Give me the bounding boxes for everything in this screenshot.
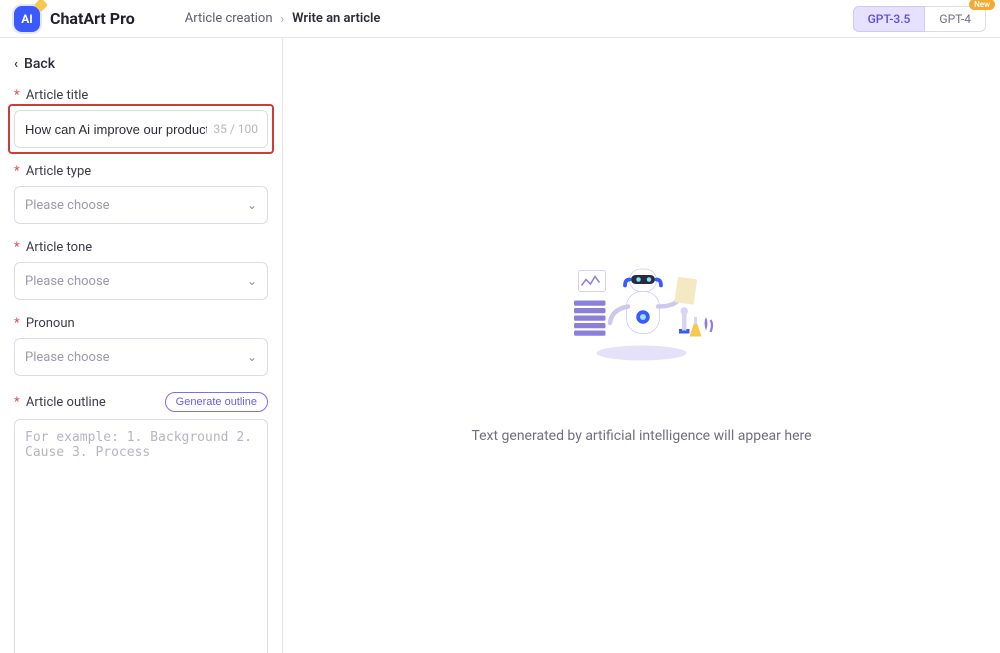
article-tone-select[interactable]: Please choose ⌄ [14, 262, 268, 300]
required-marker: * [14, 395, 20, 410]
title-char-counter: 35 / 100 [213, 122, 258, 136]
required-marker: * [14, 88, 20, 103]
breadcrumb: Article creation › Write an article [185, 11, 381, 26]
output-panel: Text generated by artificial intelligenc… [283, 38, 1000, 653]
back-label: Back [24, 56, 55, 72]
output-placeholder-text: Text generated by artificial intelligenc… [471, 428, 811, 444]
breadcrumb-root[interactable]: Article creation [185, 11, 273, 26]
article-type-select[interactable]: Please choose ⌄ [14, 186, 268, 224]
robot-illustration [564, 248, 719, 368]
field-pronoun: * Pronoun Please choose ⌄ [14, 316, 268, 376]
outline-header-row: * Article outline Generate outline [14, 392, 268, 412]
logo-text: AI [21, 12, 33, 26]
breadcrumb-current: Write an article [292, 11, 380, 26]
header-left: AI ChatArt Pro Article creation › Write … [14, 6, 380, 32]
back-button[interactable]: ‹ Back [14, 56, 268, 72]
field-article-title: * Article title 35 / 100 [14, 88, 268, 154]
outline-textarea-wrap: 0 / 2000 [14, 419, 268, 653]
logo-accent [34, 0, 48, 12]
chevron-down-icon: ⌄ [247, 274, 257, 288]
model-gpt35-button[interactable]: GPT-3.5 [853, 6, 926, 32]
pronoun-label: * Pronoun [14, 316, 268, 331]
model-switcher: GPT-3.5 GPT-4 New [853, 6, 986, 32]
article-type-label: * Article type [14, 164, 268, 179]
field-article-tone: * Article tone Please choose ⌄ [14, 240, 268, 300]
content-area: ‹ Back * Article title 35 / 100 * Articl… [0, 38, 1000, 653]
model-gpt4-label: GPT-4 [939, 12, 971, 26]
required-marker: * [14, 240, 20, 255]
chevron-right-icon: › [281, 12, 285, 26]
model-gpt4-button[interactable]: GPT-4 New [925, 6, 986, 32]
form-sidebar: ‹ Back * Article title 35 / 100 * Articl… [0, 38, 283, 653]
article-tone-label: * Article tone [14, 240, 268, 255]
chevron-left-icon: ‹ [14, 57, 18, 72]
pronoun-select[interactable]: Please choose ⌄ [14, 338, 268, 376]
article-tone-placeholder: Please choose [25, 274, 110, 289]
required-marker: * [14, 316, 20, 331]
article-outline-textarea[interactable] [14, 419, 268, 653]
chevron-down-icon: ⌄ [247, 350, 257, 364]
field-article-outline: * Article outline Generate outline 0 / 2… [14, 392, 268, 653]
new-badge: New [969, 0, 995, 10]
app-logo[interactable]: AI [14, 6, 40, 32]
title-highlight: 35 / 100 [8, 104, 274, 154]
generate-outline-button[interactable]: Generate outline [165, 392, 268, 412]
article-title-label: * Article title [14, 88, 268, 103]
article-outline-label: * Article outline [14, 395, 106, 410]
article-type-placeholder: Please choose [25, 198, 110, 213]
brand-name: ChatArt Pro [50, 9, 135, 28]
pronoun-placeholder: Please choose [25, 350, 110, 365]
field-article-type: * Article type Please choose ⌄ [14, 164, 268, 224]
required-marker: * [14, 164, 20, 179]
app-header: AI ChatArt Pro Article creation › Write … [0, 0, 1000, 38]
chevron-down-icon: ⌄ [247, 198, 257, 212]
title-input-wrap: 35 / 100 [14, 110, 268, 148]
